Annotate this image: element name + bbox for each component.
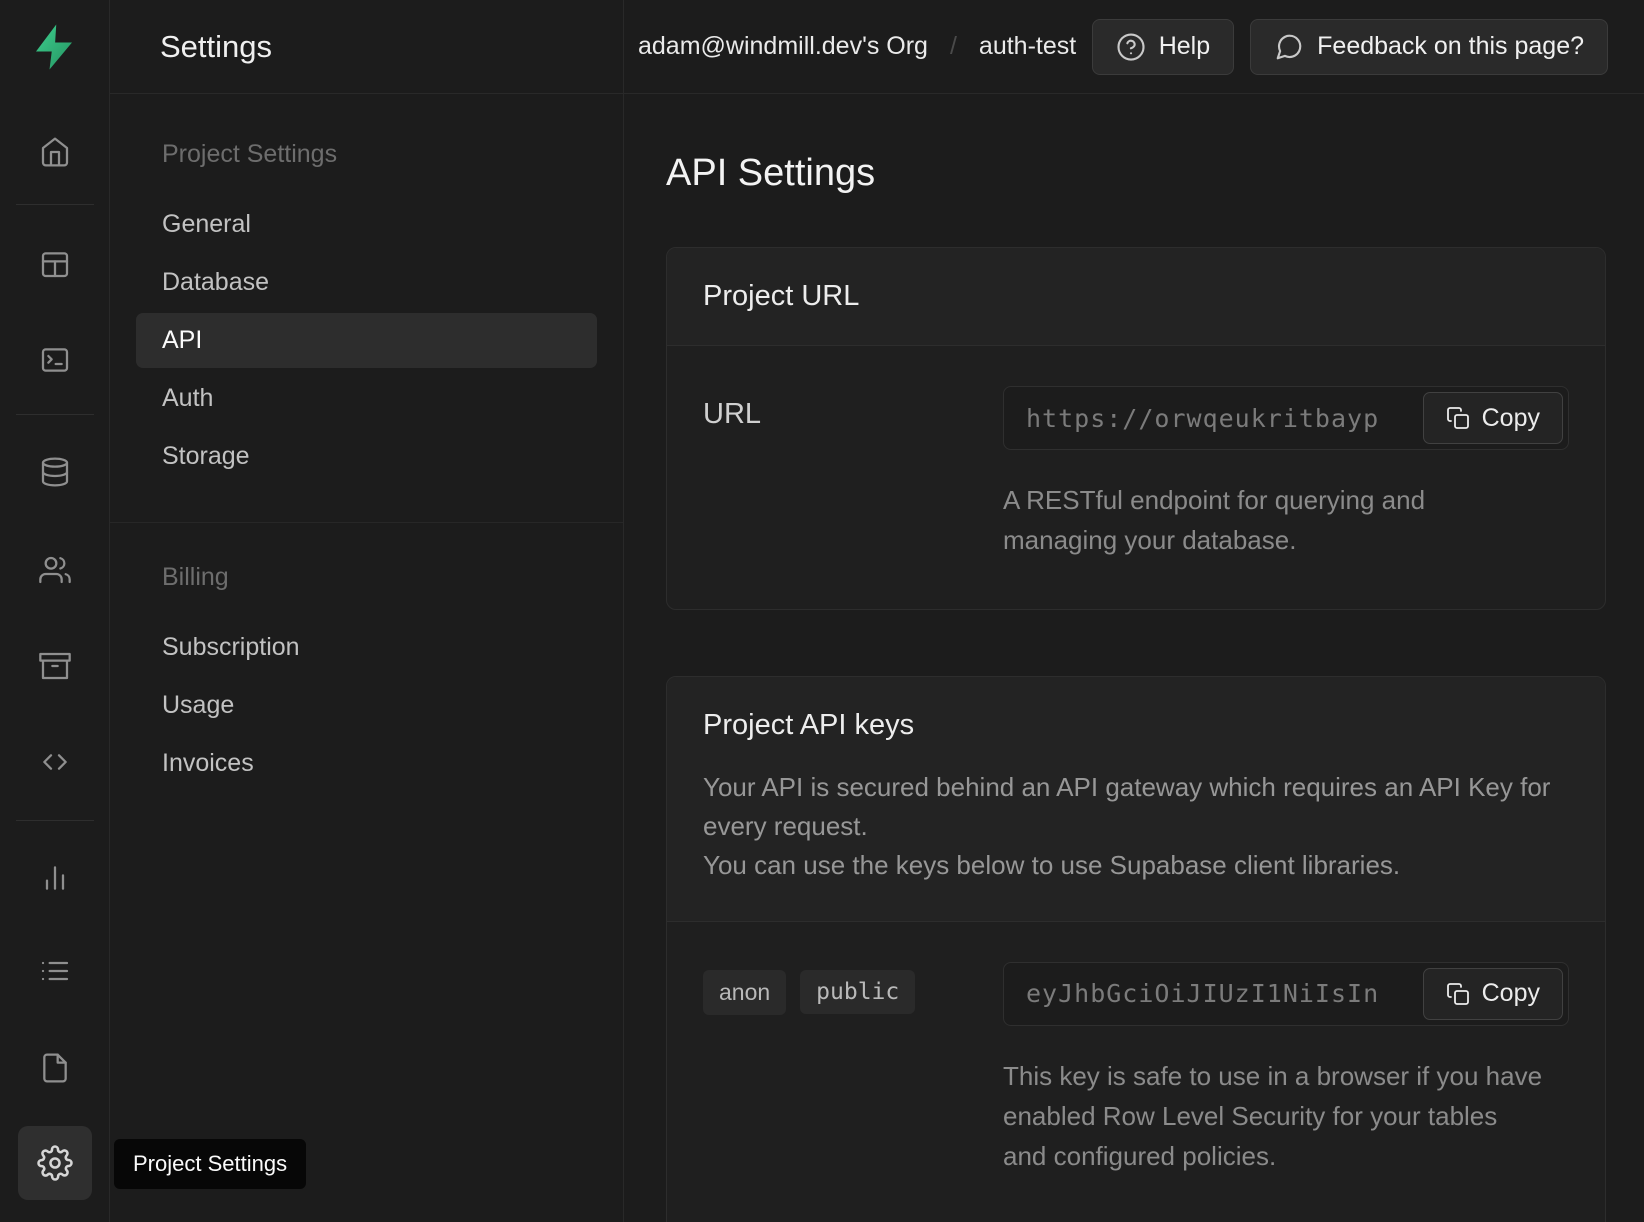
home-icon[interactable] — [37, 134, 73, 170]
project-url-card-title: Project URL — [703, 280, 1569, 313]
api-keys-card-intro: Your API is secured behind an API gatewa… — [703, 768, 1569, 885]
copy-icon — [1446, 406, 1470, 430]
page-title: API Settings — [666, 152, 1606, 195]
copy-url-label: Copy — [1482, 404, 1540, 433]
copy-anon-key-button[interactable]: Copy — [1423, 968, 1563, 1020]
settings-sidebar: Settings Project Settings General Databa… — [110, 0, 624, 1222]
project-url-card-body: URL https://orwqeukritbayp Copy A RESTfu… — [667, 346, 1605, 609]
api-keys-card-title: Project API keys — [703, 709, 1569, 742]
nav-heading-project-settings: Project Settings — [136, 140, 597, 169]
anon-key-input[interactable]: eyJhbGciOiJIUzI1NiIsIn Copy — [1003, 962, 1569, 1026]
help-circle-icon — [1116, 32, 1146, 62]
sidebar-section-divider — [110, 522, 623, 523]
edge-functions-code-icon[interactable] — [37, 744, 73, 780]
api-keys-card: Project API keys Your API is secured beh… — [666, 676, 1606, 1222]
project-url-description: A RESTful endpoint for querying and mana… — [1003, 480, 1543, 561]
rail-divider — [16, 204, 94, 205]
feedback-button[interactable]: Feedback on this page? — [1250, 19, 1608, 75]
copy-url-button[interactable]: Copy — [1423, 392, 1563, 444]
sidebar-item-database[interactable]: Database — [136, 255, 597, 310]
api-keys-card-header: Project API keys Your API is secured beh… — [667, 677, 1605, 922]
api-keys-card-body: anon public eyJhbGciOiJIUzI1NiIsIn Copy … — [667, 922, 1605, 1222]
sidebar-item-auth[interactable]: Auth — [136, 371, 597, 426]
project-url-input[interactable]: https://orwqeukritbayp Copy — [1003, 386, 1569, 450]
sidebar-item-usage[interactable]: Usage — [136, 678, 597, 733]
breadcrumb-org[interactable]: adam@windmill.dev's Org — [638, 32, 928, 61]
api-keys-intro-line1: Your API is secured behind an API gatewa… — [703, 768, 1569, 846]
anon-key-field-col: eyJhbGciOiJIUzI1NiIsIn Copy This key is … — [1003, 962, 1569, 1177]
database-icon[interactable] — [37, 454, 73, 490]
supabase-logo-icon[interactable] — [27, 20, 81, 74]
sidebar-item-storage[interactable]: Storage — [136, 429, 597, 484]
sql-editor-icon[interactable] — [37, 342, 73, 378]
anon-key-row: anon public eyJhbGciOiJIUzI1NiIsIn Copy … — [703, 962, 1569, 1177]
anon-key-value: eyJhbGciOiJIUzI1NiIsIn — [1026, 979, 1379, 1008]
api-keys-intro-line2: You can use the keys below to use Supaba… — [703, 846, 1569, 885]
rail-divider — [16, 414, 94, 415]
sidebar-item-subscription[interactable]: Subscription — [136, 620, 597, 675]
copy-icon — [1446, 982, 1470, 1006]
logs-list-icon[interactable] — [37, 953, 73, 989]
project-url-value: https://orwqeukritbayp — [1026, 404, 1379, 433]
help-button[interactable]: Help — [1092, 19, 1234, 75]
help-button-label: Help — [1159, 32, 1210, 61]
breadcrumb-separator: / — [950, 32, 957, 61]
feedback-button-label: Feedback on this page? — [1317, 32, 1584, 61]
auth-users-icon[interactable] — [37, 552, 73, 588]
project-url-card-header: Project URL — [667, 248, 1605, 346]
sidebar-item-invoices[interactable]: Invoices — [136, 736, 597, 791]
rail-divider — [16, 820, 94, 821]
project-url-card: Project URL URL https://orwqeukritbayp C… — [666, 247, 1606, 610]
storage-archive-icon[interactable] — [37, 648, 73, 684]
breadcrumb-project[interactable]: auth-test — [979, 32, 1076, 61]
icon-rail — [0, 0, 110, 1222]
topbar-actions: Help Feedback on this page? — [1092, 19, 1608, 75]
nav-heading-billing: Billing — [136, 563, 597, 592]
copy-anon-key-label: Copy — [1482, 979, 1540, 1008]
speech-bubble-icon — [1274, 32, 1304, 62]
public-badge: public — [800, 970, 915, 1014]
topbar: adam@windmill.dev's Org / auth-test Help… — [624, 0, 1644, 94]
gear-tooltip: Project Settings — [114, 1139, 306, 1189]
sidebar-nav: Project Settings General Database API Au… — [110, 94, 623, 791]
docs-file-icon[interactable] — [37, 1050, 73, 1086]
anon-key-description: This key is safe to use in a browser if … — [1003, 1056, 1543, 1177]
main-content: API Settings Project URL URL https://orw… — [624, 94, 1644, 1222]
reports-chart-icon[interactable] — [37, 860, 73, 896]
anon-key-badges: anon public — [703, 962, 1003, 1177]
sidebar-item-api[interactable]: API — [136, 313, 597, 368]
sidebar-header: Settings — [110, 0, 623, 94]
sidebar-item-general[interactable]: General — [136, 197, 597, 252]
url-field-row: URL https://orwqeukritbayp Copy A RESTfu… — [703, 386, 1569, 561]
anon-badge: anon — [703, 970, 786, 1015]
url-field-label: URL — [703, 386, 1003, 561]
table-editor-icon[interactable] — [37, 246, 73, 282]
sidebar-title: Settings — [160, 29, 272, 65]
settings-gear-icon[interactable] — [18, 1126, 92, 1200]
url-field-col: https://orwqeukritbayp Copy A RESTful en… — [1003, 386, 1569, 561]
